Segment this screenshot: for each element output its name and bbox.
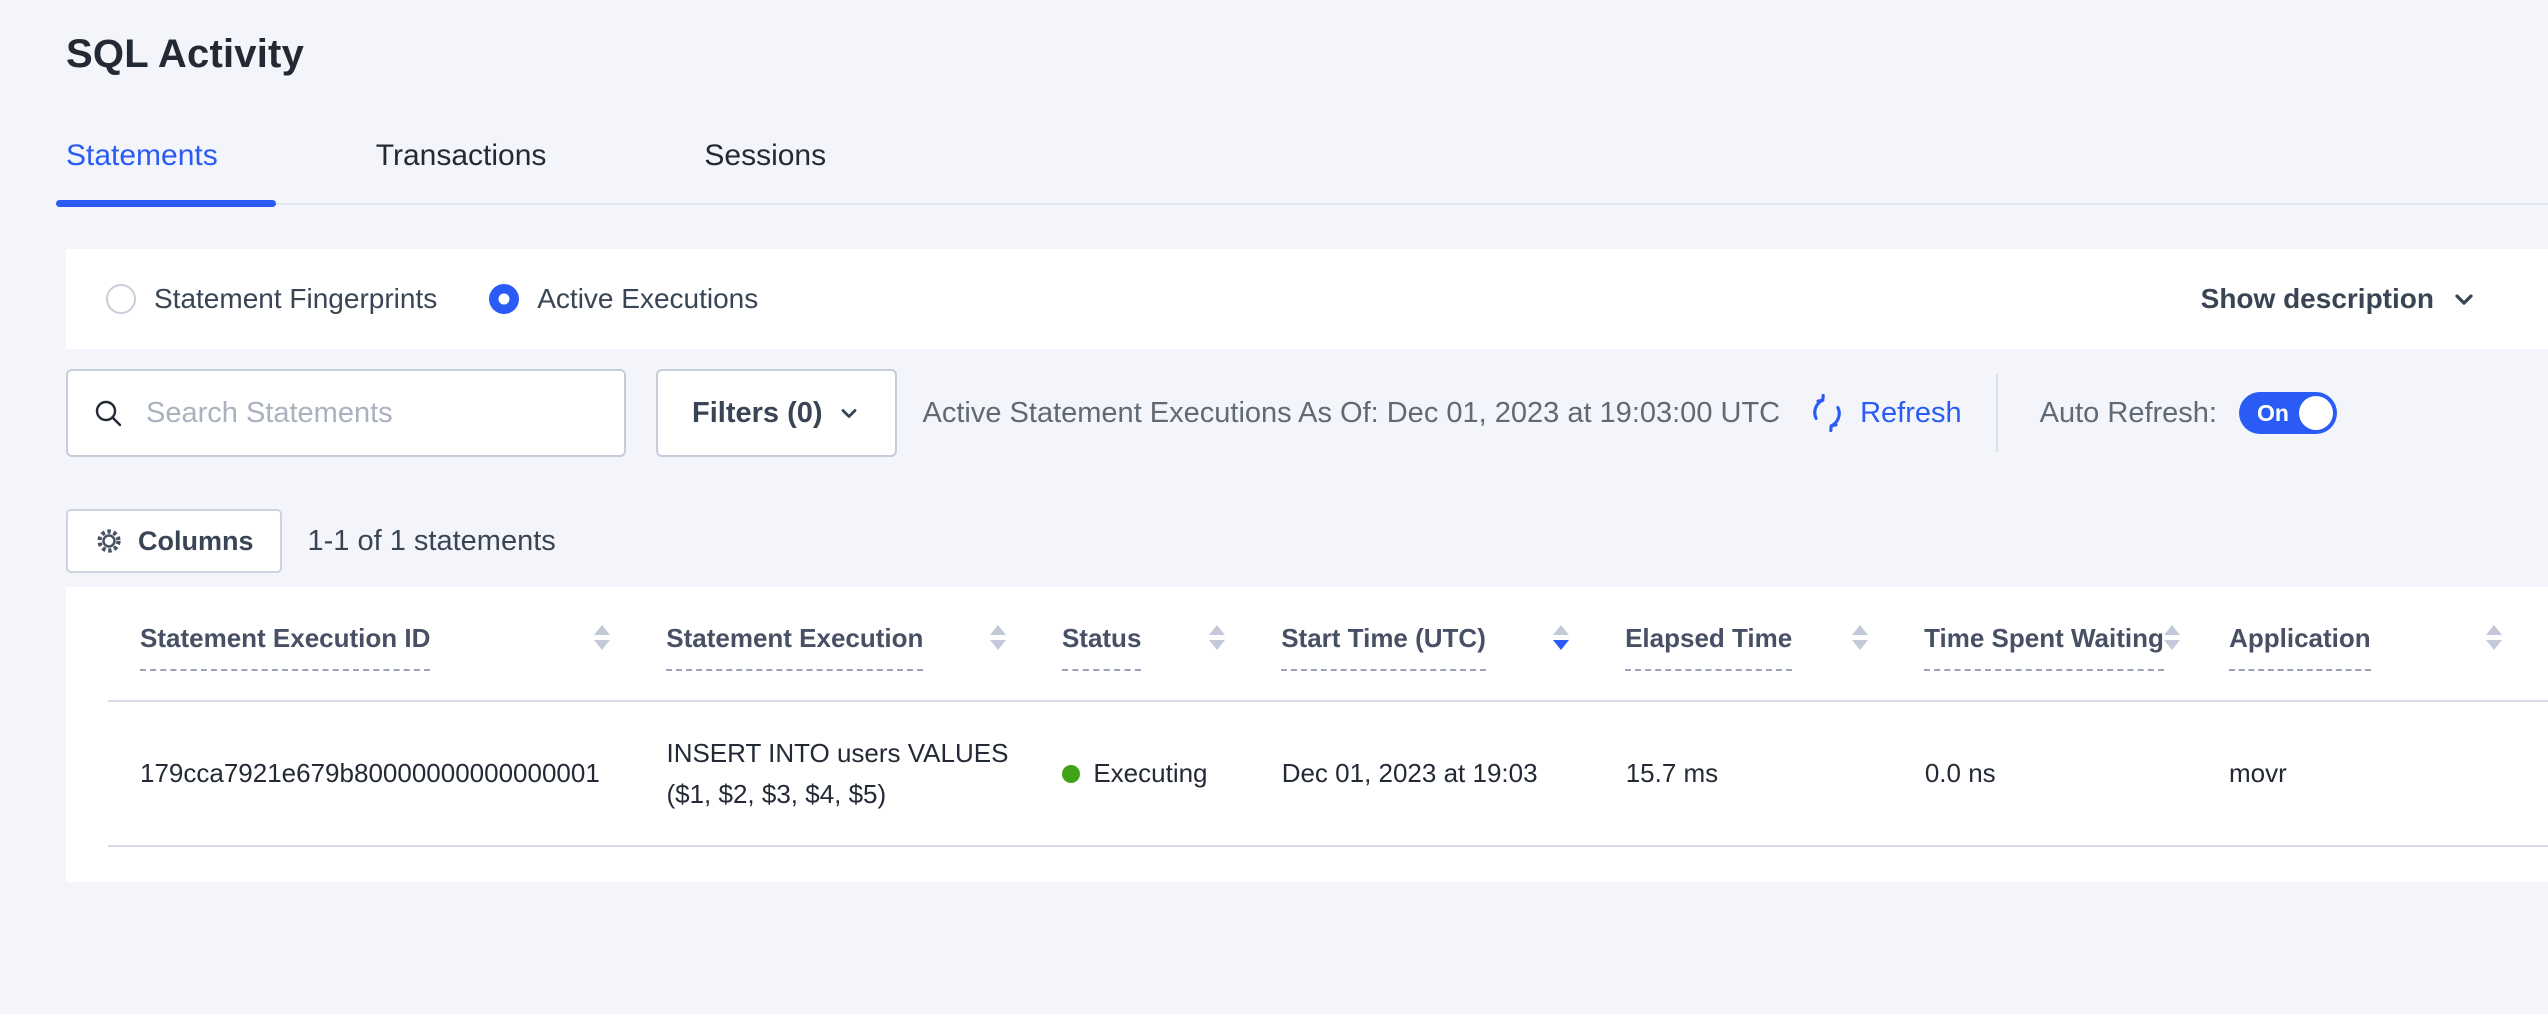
- radio-selected-icon: [489, 284, 519, 314]
- auto-refresh-control: Auto Refresh: On: [2040, 392, 2337, 434]
- search-icon: [92, 397, 124, 429]
- columns-button-label: Columns: [138, 526, 254, 557]
- refresh-button[interactable]: Refresh: [1808, 394, 1962, 432]
- toggle-knob: [2299, 396, 2333, 430]
- toolbar: Filters (0) Active Statement Executions …: [66, 369, 2548, 457]
- refresh-label: Refresh: [1860, 397, 1962, 430]
- column-header-start-time[interactable]: Start Time (UTC): [1281, 623, 1625, 671]
- filters-button[interactable]: Filters (0): [656, 369, 897, 457]
- show-description-label: Show description: [2201, 283, 2434, 315]
- radio-active-executions[interactable]: Active Executions: [489, 283, 758, 315]
- sort-icon: [594, 625, 610, 650]
- auto-refresh-label: Auto Refresh:: [2040, 397, 2217, 430]
- statement-line-2: ($1, $2, $3, $4, $5): [666, 774, 1062, 814]
- cell-time-spent-waiting: 0.0 ns: [1925, 758, 2229, 789]
- column-header-elapsed-time[interactable]: Elapsed Time: [1625, 623, 1924, 671]
- results-count: 1-1 of 1 statements: [308, 525, 556, 558]
- sort-desc-icon: [1553, 625, 1569, 650]
- table-row: 179cca7921e679b80000000000000001 INSERT …: [108, 702, 2548, 847]
- sort-icon: [2164, 625, 2180, 650]
- auto-refresh-toggle[interactable]: On: [2239, 392, 2337, 434]
- view-mode-radio-group: Statement Fingerprints Active Executions: [106, 283, 810, 315]
- column-header-status[interactable]: Status: [1062, 623, 1281, 671]
- column-header-statement-execution[interactable]: Statement Execution: [666, 623, 1062, 671]
- refresh-icon: [1808, 394, 1846, 432]
- as-of-timestamp: Active Statement Executions As Of: Dec 0…: [923, 397, 1781, 430]
- statements-table: Statement Execution ID Statement Executi…: [66, 587, 2548, 882]
- cell-elapsed-time: 15.7 ms: [1626, 758, 1925, 789]
- radio-unselected-icon: [106, 284, 136, 314]
- radio-label: Statement Fingerprints: [154, 283, 437, 315]
- column-header-statement-execution-id[interactable]: Statement Execution ID: [140, 623, 666, 671]
- cell-start-time: Dec 01, 2023 at 19:03: [1282, 758, 1626, 789]
- cell-execution-id[interactable]: 179cca7921e679b80000000000000001: [140, 758, 666, 789]
- radio-statement-fingerprints[interactable]: Statement Fingerprints: [106, 283, 437, 315]
- statement-line-1: INSERT INTO users VALUES: [666, 733, 1062, 773]
- status-executing-dot-icon: [1062, 765, 1080, 783]
- toolbar-divider: [1996, 374, 1998, 452]
- toggle-state-label: On: [2257, 400, 2289, 427]
- show-description-toggle[interactable]: Show description: [2201, 283, 2478, 315]
- status-label: Executing: [1093, 758, 1207, 789]
- sort-icon: [990, 625, 1006, 650]
- radio-label: Active Executions: [537, 283, 758, 315]
- columns-button[interactable]: Columns: [66, 509, 282, 573]
- sort-icon: [1852, 625, 1868, 650]
- tab-statements[interactable]: Statements: [66, 135, 218, 203]
- sort-icon: [2486, 625, 2502, 650]
- search-input[interactable]: [146, 397, 600, 430]
- tab-transactions[interactable]: Transactions: [376, 135, 547, 203]
- view-mode-band: Statement Fingerprints Active Executions…: [66, 249, 2548, 349]
- cell-application: movr: [2229, 758, 2548, 789]
- sql-activity-page: SQL Activity Statements Transactions Ses…: [0, 32, 2548, 1014]
- sort-icon: [1209, 625, 1225, 650]
- cell-statement-execution[interactable]: INSERT INTO users VALUES ($1, $2, $3, $4…: [666, 733, 1062, 814]
- tab-sessions[interactable]: Sessions: [704, 135, 826, 203]
- cell-status: Executing: [1062, 758, 1281, 789]
- table-controls: Columns 1-1 of 1 statements: [66, 509, 2548, 573]
- tab-bar: Statements Transactions Sessions: [66, 135, 2548, 205]
- column-header-time-spent-waiting[interactable]: Time Spent Waiting: [1924, 623, 2229, 671]
- gear-icon: [94, 526, 124, 556]
- chevron-down-icon: [837, 401, 861, 425]
- table-header-row: Statement Execution ID Statement Executi…: [108, 587, 2548, 702]
- filters-label: Filters (0): [692, 397, 823, 430]
- search-box[interactable]: [66, 369, 626, 457]
- page-title: SQL Activity: [66, 32, 2548, 77]
- column-header-application[interactable]: Application: [2229, 623, 2548, 671]
- chevron-down-icon: [2450, 285, 2478, 313]
